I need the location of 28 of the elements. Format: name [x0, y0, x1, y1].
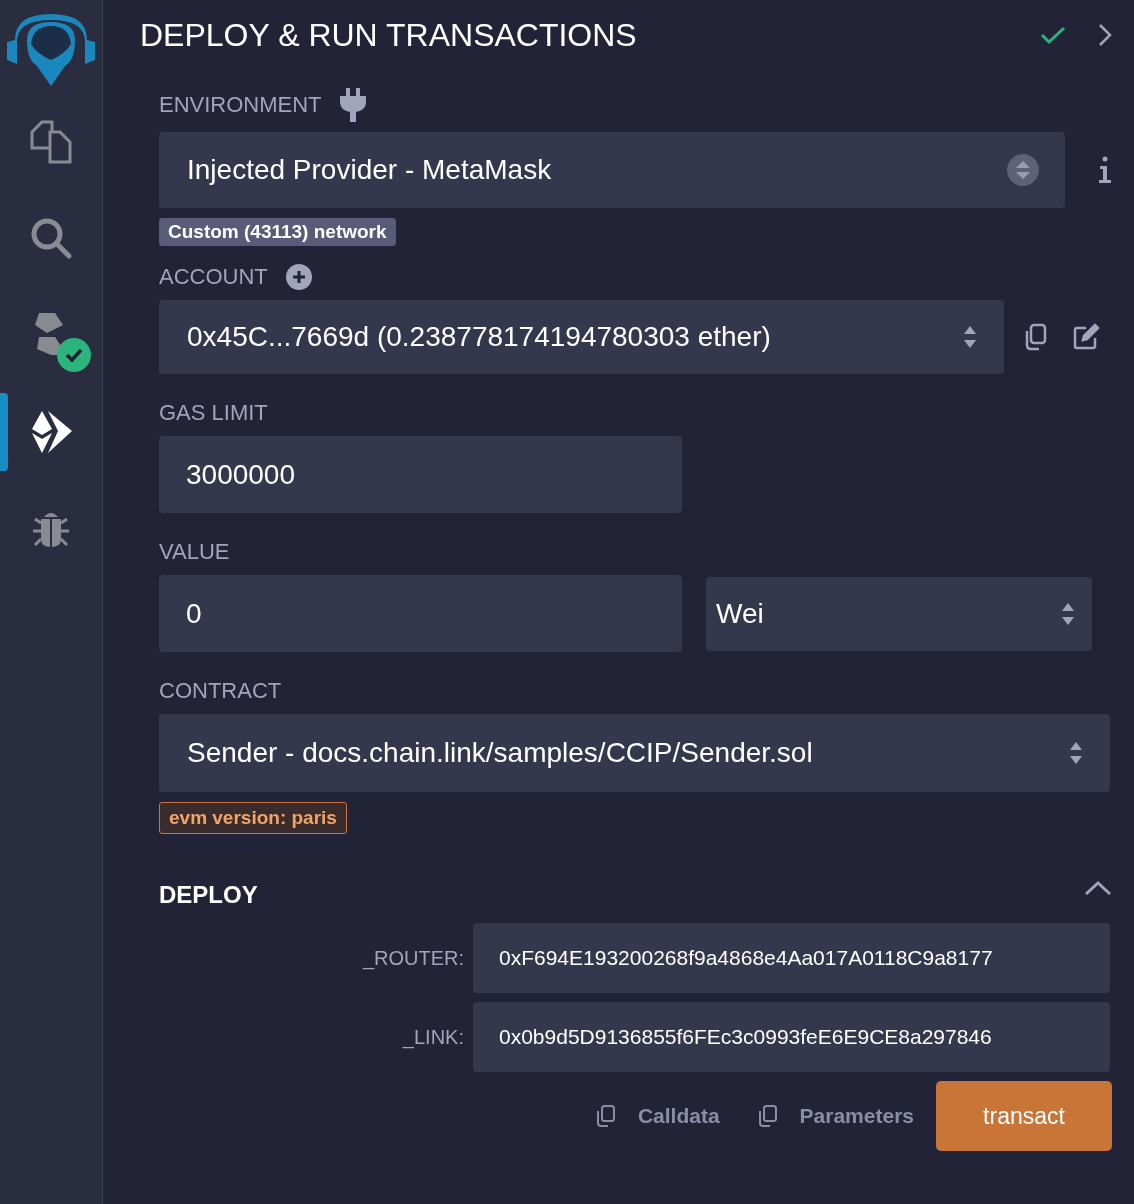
parameter-input[interactable]: 0xF694E193200268f9a4868e4Aa017A0118C9a8177: [473, 923, 1110, 993]
contract-select[interactable]: Sender - docs.chain.link/samples/CCIP/Sender.sol: [159, 714, 1110, 792]
value-input[interactable]: 0: [159, 575, 682, 652]
account-select[interactable]: 0x45C...7669d (0.238778174194780303 ether): [159, 300, 1004, 374]
deploy-title: DEPLOY: [159, 880, 258, 909]
environment-label: ENVIRONMENT: [159, 92, 322, 118]
environment-select[interactable]: Injected Provider - MetaMask: [159, 132, 1065, 208]
plug-icon: [339, 88, 366, 122]
chevron-right-icon[interactable]: [1098, 23, 1112, 47]
unit-select[interactable]: Wei: [706, 576, 1092, 651]
evm-version-badge: evm version: paris: [159, 802, 347, 834]
copy-link-button[interactable]: Calldata: [593, 1104, 720, 1128]
parameter-label: _ROUTER:: [361, 946, 465, 970]
copy-link-button[interactable]: Parameters: [755, 1104, 914, 1128]
value-label: VALUE: [159, 539, 231, 565]
info-icon[interactable]: [1098, 156, 1112, 184]
panel-title: DEPLOY & RUN TRANSACTIONS: [140, 16, 638, 54]
contract-label: CONTRACT: [159, 678, 283, 704]
collapse-icon[interactable]: [1084, 880, 1112, 896]
edit-icon[interactable]: [1072, 323, 1100, 351]
network-badge: Custom (43113) network: [159, 218, 396, 246]
add-icon[interactable]: [285, 264, 312, 290]
sort-icon: [1007, 154, 1039, 186]
parameter-input[interactable]: 0x0b9d5D9136855f6FEc3c0993feE6E9CE8a297846: [473, 1002, 1110, 1072]
gas-limit-label: GAS LIMIT: [159, 400, 269, 426]
gas-limit-input[interactable]: 3000000: [159, 436, 682, 513]
account-label: ACCOUNT: [159, 264, 268, 290]
parameter-label: _LINK:: [401, 1025, 465, 1049]
